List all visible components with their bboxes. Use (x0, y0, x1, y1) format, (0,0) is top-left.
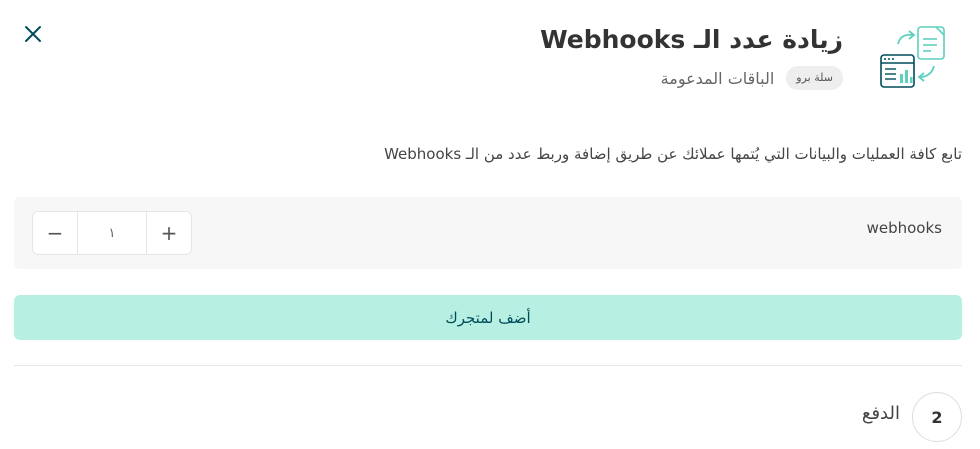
webhook-sync-icon (880, 26, 945, 88)
webhooks-addon-dialog: زيادة عدد الـ Webhooks الباقات المدعومة … (0, 0, 980, 449)
increment-button[interactable]: + (147, 212, 191, 254)
divider (14, 365, 962, 366)
step-number-badge: 2 (912, 392, 962, 442)
close-icon (25, 26, 41, 42)
decrement-button[interactable]: − (33, 212, 77, 254)
add-to-store-button[interactable]: أضف لمتجرك (14, 295, 962, 340)
quantity-label: webhooks (866, 219, 942, 237)
description-text: تابع كافة العمليات والبيانات التي يُتمها… (384, 145, 962, 163)
close-button[interactable] (20, 21, 46, 47)
quantity-value[interactable]: ١ (77, 212, 147, 254)
plan-badge: سلة برو (786, 66, 843, 90)
quantity-stepper: − ١ + (32, 211, 192, 255)
page-title: زيادة عدد الـ Webhooks (540, 25, 843, 54)
supported-plans-row: الباقات المدعومة سلة برو (661, 66, 843, 90)
step-label-payment[interactable]: الدفع (862, 403, 900, 424)
supported-plans-label: الباقات المدعومة (660, 68, 775, 88)
quantity-row: webhooks − ١ + (14, 197, 962, 269)
